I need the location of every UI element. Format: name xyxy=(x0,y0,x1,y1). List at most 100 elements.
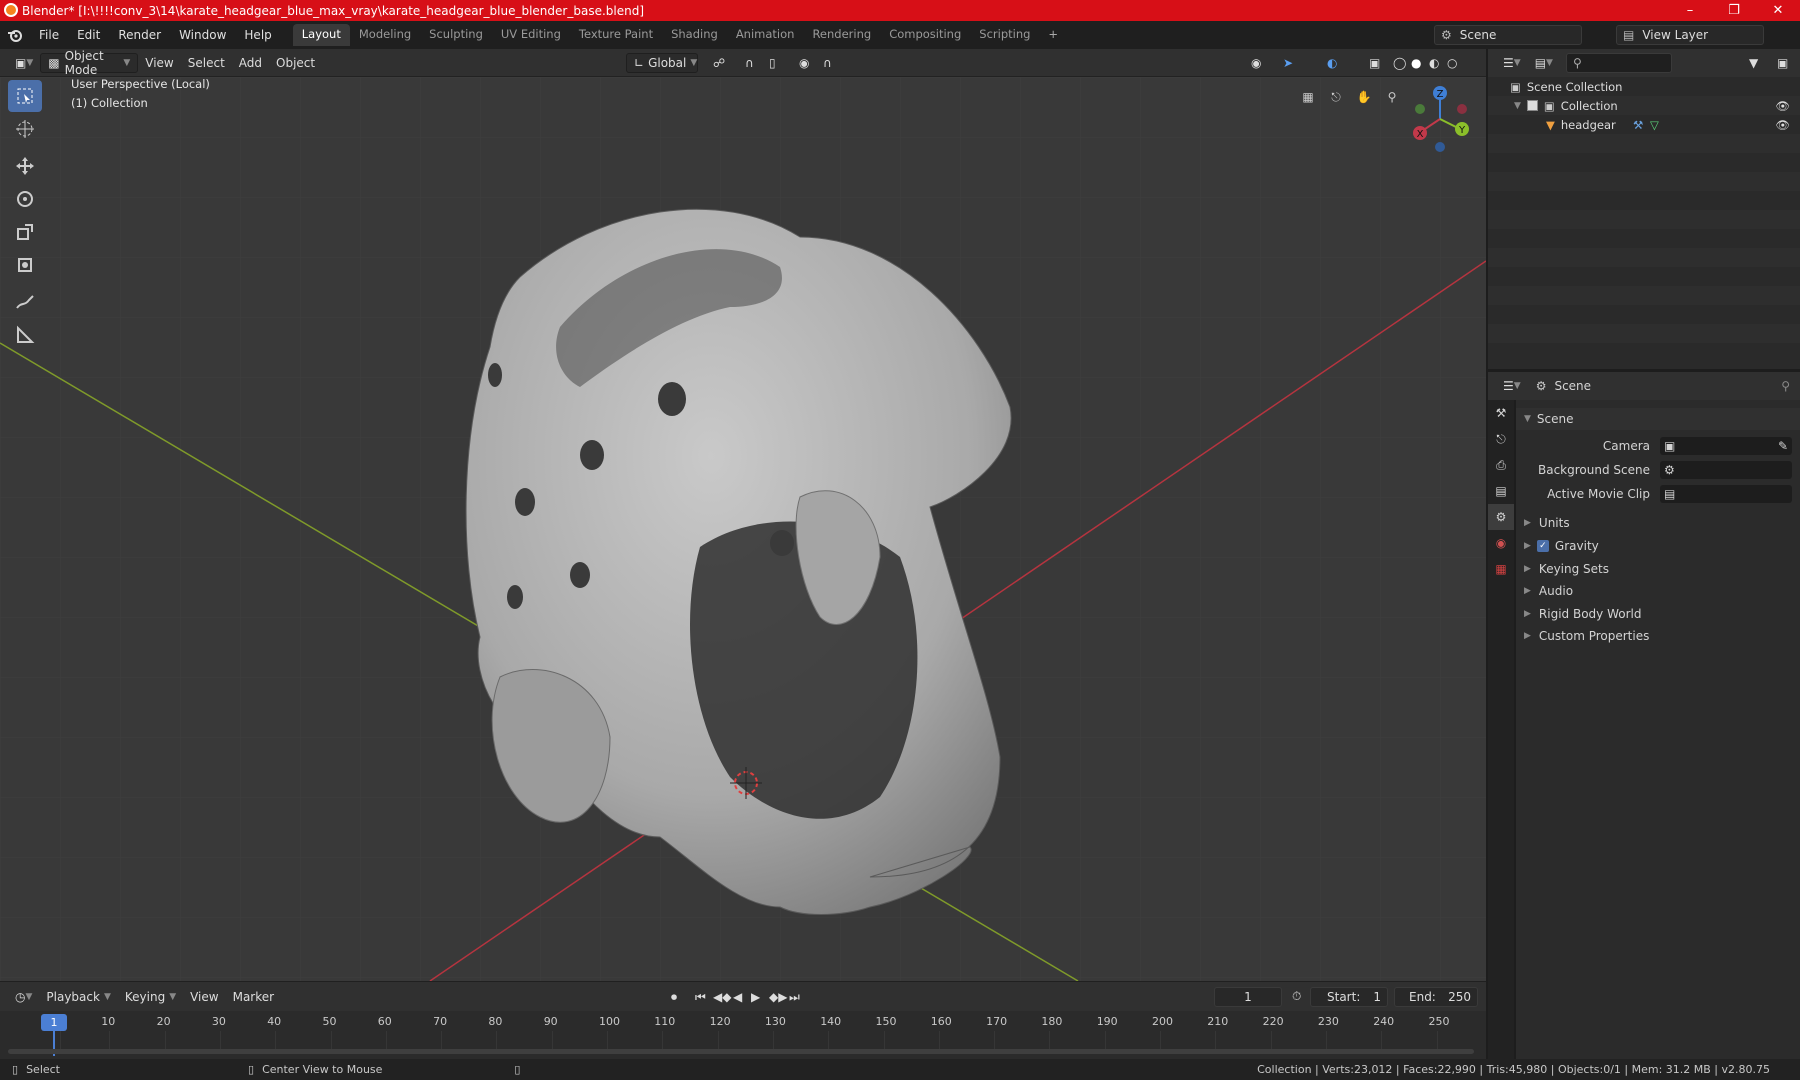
outliner-search-input[interactable]: ⚲ xyxy=(1565,53,1672,73)
tab-animation[interactable]: Animation xyxy=(727,24,804,46)
timeline[interactable]: 10 20 30 40 50 60 70 80 90 100 110 120 130 140 150 160 1… xyxy=(0,1011,1486,1061)
menu-render[interactable]: Render xyxy=(109,28,170,42)
zoom-icon[interactable]: ⚲ xyxy=(1380,85,1404,109)
filter-icon[interactable]: ▼ xyxy=(1742,53,1765,73)
eye-icon[interactable]: 👁 xyxy=(1775,99,1790,113)
menu-edit[interactable]: Edit xyxy=(68,28,109,42)
visibility-icon[interactable]: ◉ xyxy=(1244,53,1268,73)
audio-panel-header[interactable]: ▶ Audio xyxy=(1516,580,1800,602)
rotate-icon[interactable] xyxy=(8,183,42,215)
menu-window[interactable]: Window xyxy=(170,28,235,42)
outliner-editor-type-icon[interactable]: ☰ ▼ xyxy=(1496,53,1528,73)
stopwatch-icon[interactable]: ⏱ xyxy=(1292,989,1301,1004)
rendered-shading-icon[interactable]: ○ xyxy=(1440,53,1464,73)
menu-object[interactable]: Object xyxy=(269,53,322,73)
scene-tab-icon[interactable]: ⚙ xyxy=(1488,504,1514,530)
tab-compositing[interactable]: Compositing xyxy=(880,24,970,46)
expand-arrow-icon[interactable]: ▼ xyxy=(1514,101,1521,111)
record-icon[interactable]: ⏺ xyxy=(664,987,684,1007)
select-box-icon[interactable] xyxy=(8,80,42,112)
tab-uv-editing[interactable]: UV Editing xyxy=(492,24,570,46)
snap-icon[interactable]: ∩ xyxy=(738,53,761,73)
display-mode-icon[interactable]: ▤ ▼ xyxy=(1528,53,1560,73)
proportional-edit-icon[interactable]: ◉ xyxy=(792,53,816,73)
current-frame-field[interactable]: 1 xyxy=(1214,987,1282,1007)
menu-select[interactable]: Select xyxy=(181,53,232,73)
scene-panel-header[interactable]: ▼ Scene xyxy=(1516,408,1800,430)
annotate-icon[interactable] xyxy=(8,286,42,318)
maximize-button[interactable]: ❐ xyxy=(1712,0,1756,21)
pan-hand-icon[interactable]: ✋ xyxy=(1352,85,1376,109)
render-tab-icon[interactable]: ⎋ xyxy=(1488,426,1514,452)
3d-viewport[interactable]: User Perspective (Local) (1) Collection … xyxy=(0,77,1486,981)
gizmo-neg-y-icon[interactable] xyxy=(1415,104,1425,114)
outliner-row-headgear[interactable]: ▼ headgear ⚒ ▽ 👁 xyxy=(1488,115,1800,134)
menu-keying[interactable]: Keying ▼ xyxy=(118,987,183,1007)
tab-texture-paint[interactable]: Texture Paint xyxy=(570,24,662,46)
menu-marker[interactable]: Marker xyxy=(226,987,281,1007)
units-panel-header[interactable]: ▶ Units xyxy=(1516,512,1800,534)
menu-timeline-view[interactable]: View xyxy=(183,987,225,1007)
world-tab-icon[interactable]: ◉ xyxy=(1488,530,1514,556)
timeline-scrollbar[interactable] xyxy=(8,1049,1474,1054)
gravity-panel-header[interactable]: ▶ ✓ Gravity xyxy=(1516,535,1800,557)
measure-icon[interactable] xyxy=(8,319,42,351)
menu-help[interactable]: Help xyxy=(235,28,280,42)
pin-icon[interactable]: ⚲ xyxy=(1781,379,1790,393)
tab-scripting[interactable]: Scripting xyxy=(970,24,1039,46)
mode-selector[interactable]: ▩ Object Mode ▼ xyxy=(40,49,139,77)
tab-shading[interactable]: Shading xyxy=(662,24,727,46)
timeline-editor-type-icon[interactable]: ◷ ▼ xyxy=(8,987,39,1007)
rigid-body-world-panel-header[interactable]: ▶ Rigid Body World xyxy=(1516,603,1800,625)
outliner-row-collection[interactable]: ▼ ▣ Collection 👁 xyxy=(1488,96,1800,115)
view-layer-selector[interactable]: ▤ View Layer xyxy=(1616,25,1764,45)
transform-orientation[interactable]: ∟ Global ▼ xyxy=(626,53,698,73)
navigation-gizmo[interactable]: Z X Y xyxy=(1404,81,1482,159)
view-layer-tab-icon[interactable]: ▤ xyxy=(1488,478,1514,504)
tab-rendering[interactable]: Rendering xyxy=(803,24,880,46)
toggle-grid-icon[interactable]: ▦ xyxy=(1296,85,1320,109)
frame-ruler[interactable]: 10 20 30 40 50 60 70 80 90 100 110 120 130 140 150 160 1… xyxy=(0,1011,1486,1049)
menu-file[interactable]: File xyxy=(30,28,68,42)
editor-type-icon[interactable]: ▣ ▼ xyxy=(8,53,40,73)
add-workspace-icon[interactable]: + xyxy=(1039,24,1067,46)
gizmo-toggle-icon[interactable]: ➤ xyxy=(1276,53,1300,73)
xray-icon[interactable]: ▣ xyxy=(1362,53,1387,73)
camera-field[interactable]: ▣ ✎ xyxy=(1660,437,1792,455)
end-frame-field[interactable]: End: 250 xyxy=(1394,987,1478,1007)
tab-layout[interactable]: Layout xyxy=(292,24,350,46)
gizmo-neg-x-icon[interactable] xyxy=(1457,104,1467,114)
mesh-data-icon[interactable]: ▽ xyxy=(1650,118,1659,132)
gizmo-neg-z-icon[interactable] xyxy=(1435,142,1445,152)
snap-target-icon[interactable]: ▯ xyxy=(762,53,783,73)
menu-playback[interactable]: Playback ▼ xyxy=(39,987,117,1007)
camera-view-icon[interactable]: ⎋ xyxy=(1324,85,1348,109)
tool-tab-icon[interactable]: ⚒ xyxy=(1488,400,1514,426)
close-button[interactable]: ✕ xyxy=(1756,0,1800,21)
overlays-icon[interactable]: ◐ xyxy=(1320,53,1344,73)
new-collection-icon[interactable]: ▣ xyxy=(1770,53,1795,73)
outliner-row-scene-collection[interactable]: ▣ Scene Collection xyxy=(1488,77,1800,96)
blender-menu-icon[interactable] xyxy=(0,28,30,42)
tab-modeling[interactable]: Modeling xyxy=(350,24,420,46)
gravity-checkbox[interactable]: ✓ xyxy=(1536,540,1549,552)
tab-sculpting[interactable]: Sculpting xyxy=(420,24,492,46)
transform-icon[interactable] xyxy=(8,249,42,281)
wrench-icon[interactable]: ⚒ xyxy=(1633,118,1643,132)
headgear-mesh[interactable] xyxy=(465,208,1012,915)
exclude-checkbox[interactable] xyxy=(1526,100,1538,111)
active-movie-clip-field[interactable]: ▤ xyxy=(1660,485,1792,503)
pivot-point-icon[interactable]: ☍ xyxy=(706,53,732,73)
eye-icon[interactable]: 👁 xyxy=(1775,118,1790,132)
scale-icon[interactable] xyxy=(8,216,42,248)
background-scene-field[interactable]: ⚙ xyxy=(1660,461,1792,479)
texture-tab-icon[interactable]: ▦ xyxy=(1488,556,1514,582)
jump-end-icon[interactable]: ⏭ xyxy=(782,987,807,1007)
menu-add[interactable]: Add xyxy=(232,53,269,73)
output-tab-icon[interactable]: ⎙ xyxy=(1488,452,1514,478)
minimize-button[interactable]: – xyxy=(1668,0,1712,21)
eyedropper-icon[interactable]: ✎ xyxy=(1778,439,1788,453)
menu-view[interactable]: View xyxy=(138,53,180,73)
move-icon[interactable] xyxy=(8,150,42,182)
keying-sets-panel-header[interactable]: ▶ Keying Sets xyxy=(1516,558,1800,580)
